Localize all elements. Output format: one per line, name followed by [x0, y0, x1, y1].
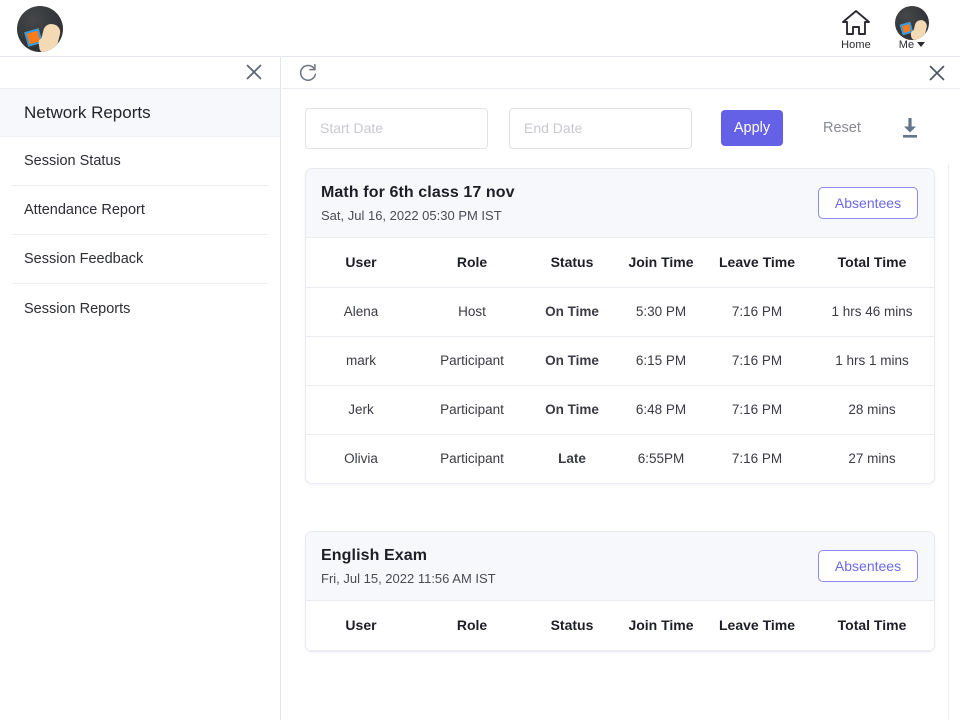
sidebar-title: Network Reports — [0, 89, 280, 137]
cell-leave: 7:16 PM — [706, 336, 808, 385]
download-button[interactable] — [897, 114, 923, 142]
sidebar-item-label: Session Feedback — [24, 251, 143, 267]
sidebar-item-label: Attendance Report — [24, 202, 145, 218]
cell-total: 28 mins — [808, 385, 935, 434]
attendance-table: User Role Status Join Time Leave Time To… — [306, 238, 935, 483]
cell-user: Olivia — [306, 434, 416, 483]
cell-join: 6:15 PM — [616, 336, 706, 385]
sidebar-close-button[interactable] — [242, 60, 266, 84]
refresh-button[interactable] — [296, 61, 320, 85]
cell-join: 6:55PM — [616, 434, 706, 483]
sidebar-toolbar — [0, 57, 280, 89]
cell-status: Late — [528, 434, 616, 483]
main-content: Apply Reset Math for 6th class 17 nov Sa… — [282, 57, 960, 720]
table-row: Alena Host On Time 5:30 PM 7:16 PM 1 hrs… — [306, 287, 935, 336]
nav-label-me-text: Me — [899, 39, 914, 51]
cell-user: mark — [306, 336, 416, 385]
app-header: Home Me — [0, 0, 960, 57]
download-icon — [900, 117, 920, 139]
home-icon-box — [830, 7, 882, 38]
cell-role: Participant — [416, 385, 528, 434]
nav-item-home[interactable]: Home — [830, 7, 882, 51]
col-header-total: Total Time — [808, 601, 935, 650]
sidebar-item-attendance-report[interactable]: Attendance Report — [12, 186, 268, 235]
nav-label-me: Me — [886, 39, 938, 51]
cell-join: 5:30 PM — [616, 287, 706, 336]
sidebar-panel: Network Reports Session Status Attendanc… — [0, 57, 281, 720]
cell-role: Participant — [416, 434, 528, 483]
close-icon — [242, 60, 266, 84]
end-date-input[interactable] — [509, 108, 692, 149]
table-row: Olivia Participant Late 6:55PM 7:16 PM 2… — [306, 434, 935, 483]
cell-status: On Time — [528, 385, 616, 434]
sidebar-item-session-status[interactable]: Session Status — [12, 137, 268, 186]
table-header-row: User Role Status Join Time Leave Time To… — [306, 238, 935, 287]
sidebar-item-session-feedback[interactable]: Session Feedback — [12, 235, 268, 284]
reports-list: Math for 6th class 17 nov Sat, Jul 16, 2… — [282, 168, 960, 720]
col-header-user: User — [306, 601, 416, 650]
cell-leave: 7:16 PM — [706, 287, 808, 336]
cell-leave: 7:16 PM — [706, 434, 808, 483]
cell-status: On Time — [528, 336, 616, 385]
home-icon — [841, 9, 871, 36]
content-toolbar — [282, 57, 960, 89]
sidebar-item-session-reports[interactable]: Session Reports — [12, 284, 268, 333]
col-header-role: Role — [416, 601, 528, 650]
col-header-role: Role — [416, 238, 528, 287]
cell-leave: 7:16 PM — [706, 385, 808, 434]
logo-thumb-shape — [38, 37, 52, 52]
col-header-user: User — [306, 238, 416, 287]
table-row: Jerk Participant On Time 6:48 PM 7:16 PM… — [306, 385, 935, 434]
sidebar-item-label: Session Reports — [24, 301, 130, 317]
me-avatar-box — [886, 7, 938, 38]
filter-bar: Apply Reset — [282, 89, 960, 167]
col-header-join: Join Time — [616, 238, 706, 287]
report-card: Math for 6th class 17 nov Sat, Jul 16, 2… — [305, 168, 935, 484]
cell-total: 1 hrs 1 mins — [808, 336, 935, 385]
cell-total: 27 mins — [808, 434, 935, 483]
user-avatar-icon — [895, 6, 929, 40]
nav-item-me[interactable]: Me — [886, 7, 938, 51]
report-card: English Exam Fri, Jul 15, 2022 11:56 AM … — [305, 531, 935, 652]
apply-button[interactable]: Apply — [721, 110, 783, 146]
close-icon — [925, 61, 949, 85]
cell-user: Jerk — [306, 385, 416, 434]
content-close-button[interactable] — [925, 61, 949, 85]
report-card-header: English Exam Fri, Jul 15, 2022 11:56 AM … — [306, 532, 934, 601]
cell-role: Participant — [416, 336, 528, 385]
col-header-leave: Leave Time — [706, 601, 808, 650]
absentees-button[interactable]: Absentees — [818, 187, 918, 219]
cell-role: Host — [416, 287, 528, 336]
col-header-status: Status — [528, 238, 616, 287]
reset-button[interactable]: Reset — [819, 114, 865, 142]
avatar-thumb-shape — [910, 29, 920, 40]
col-header-leave: Leave Time — [706, 238, 808, 287]
cell-join: 6:48 PM — [616, 385, 706, 434]
table-row: mark Participant On Time 6:15 PM 7:16 PM… — [306, 336, 935, 385]
start-date-input[interactable] — [305, 108, 488, 149]
absentees-button[interactable]: Absentees — [818, 550, 918, 582]
cell-total: 1 hrs 46 mins — [808, 287, 935, 336]
sidebar-item-label: Session Status — [24, 153, 121, 169]
refresh-icon — [296, 61, 320, 85]
col-header-status: Status — [528, 601, 616, 650]
nav-label-home: Home — [830, 39, 882, 51]
table-header-row: User Role Status Join Time Leave Time To… — [306, 601, 935, 650]
cell-status: On Time — [528, 287, 616, 336]
chevron-down-icon — [917, 42, 925, 47]
report-card-header: Math for 6th class 17 nov Sat, Jul 16, 2… — [306, 169, 934, 238]
col-header-total: Total Time — [808, 238, 935, 287]
attendance-table: User Role Status Join Time Leave Time To… — [306, 601, 935, 651]
cell-user: Alena — [306, 287, 416, 336]
col-header-join: Join Time — [616, 601, 706, 650]
app-logo-avatar[interactable] — [17, 6, 63, 52]
